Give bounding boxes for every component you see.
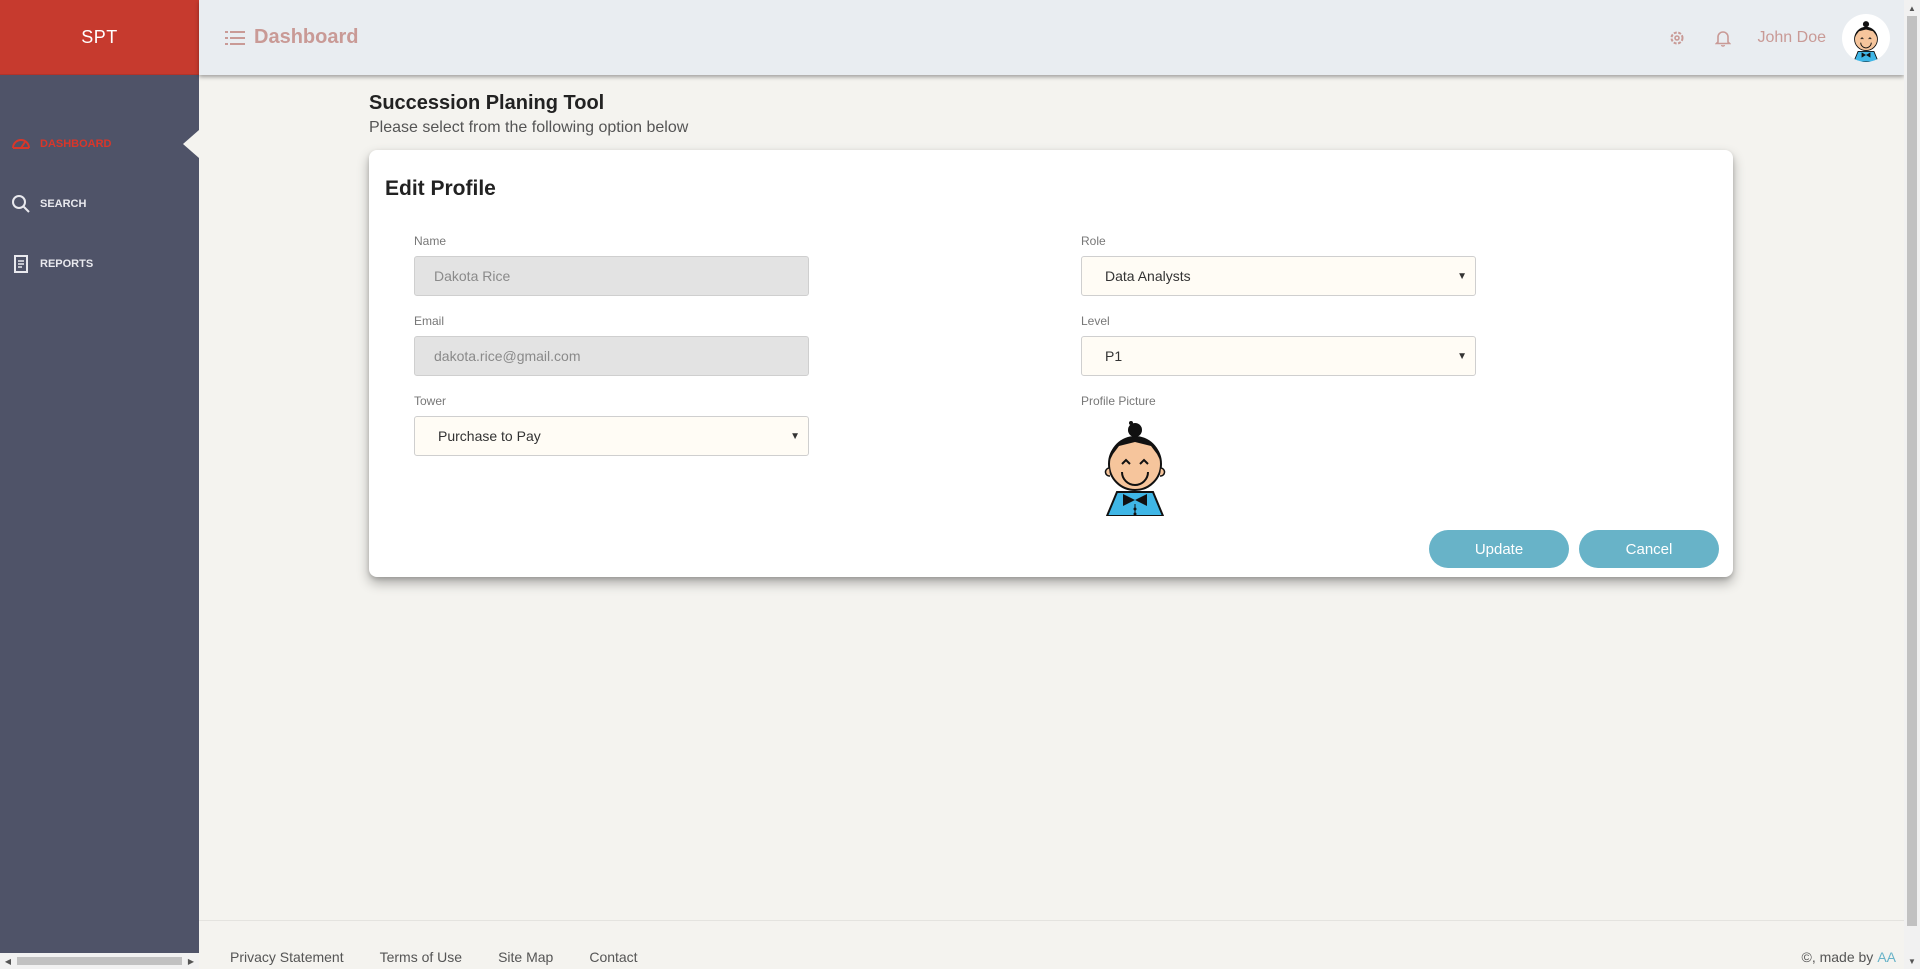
topbar-title: Dashboard — [254, 26, 359, 48]
level-select[interactable]: P1 ▼ — [1081, 336, 1476, 376]
level-label: Level — [1081, 314, 1110, 328]
footer-link-sitemap[interactable]: Site Map — [498, 949, 553, 965]
page-subtitle: Please select from the following option … — [369, 119, 689, 136]
speedometer-icon — [10, 133, 32, 155]
card-title: Edit Profile — [385, 177, 496, 200]
search-icon — [10, 193, 32, 215]
credit-text: ©, made by — [1801, 949, 1874, 965]
page-title: Succession Planing Tool — [369, 92, 605, 114]
caret-down-icon: ▼ — [1457, 271, 1467, 282]
footer: Privacy Statement Terms of Use Site Map … — [199, 920, 1904, 969]
scroll-left-icon[interactable]: ◀ — [0, 953, 16, 969]
receipt-icon — [10, 253, 32, 275]
credit-author-link[interactable]: AA — [1877, 949, 1896, 965]
app-logo[interactable]: SPT — [0, 0, 199, 75]
footer-link-terms[interactable]: Terms of Use — [380, 949, 462, 965]
role-field-group: Role Data Analysts ▼ — [1081, 234, 1476, 296]
role-label: Role — [1081, 234, 1106, 248]
footer-link-contact[interactable]: Contact — [589, 949, 637, 965]
name-input[interactable]: Dakota Rice — [414, 256, 809, 296]
email-label: Email — [414, 314, 445, 328]
vertical-scrollbar[interactable]: ▲ ▼ — [1904, 0, 1920, 969]
level-select-value: P1 — [1105, 348, 1123, 364]
horizontal-scroll-thumb[interactable] — [17, 957, 182, 965]
caret-down-icon: ▼ — [790, 431, 800, 442]
role-select[interactable]: Data Analysts ▼ — [1081, 256, 1476, 296]
email-input[interactable]: dakota.rice@gmail.com — [414, 336, 809, 376]
tower-label: Tower — [414, 394, 447, 408]
profile-picture-group: Profile Picture — [1081, 394, 1175, 517]
gear-icon[interactable] — [1666, 27, 1688, 49]
scroll-up-icon[interactable]: ▲ — [1904, 0, 1920, 16]
edit-profile-card: Edit Profile Name Dakota Rice Email dako… — [369, 150, 1733, 577]
footer-credit: ©, made by AA — [1802, 949, 1896, 965]
sidebar-item-label: Reports — [40, 258, 94, 270]
topbar: Dashboard John Doe — [199, 0, 1904, 75]
sidebar-item-label: Search — [40, 198, 87, 210]
sidebar-item-search[interactable]: Search — [0, 174, 199, 234]
vertical-scroll-thumb[interactable] — [1907, 16, 1917, 926]
sidebar: SPT Dashboard Search Reports — [0, 0, 199, 969]
list-icon[interactable] — [224, 27, 246, 49]
scroll-down-icon[interactable]: ▼ — [1904, 953, 1920, 969]
user-name[interactable]: John Doe — [1758, 29, 1827, 47]
sidebar-nav: Dashboard Search Reports — [0, 114, 199, 294]
update-button[interactable]: Update — [1429, 530, 1569, 568]
caret-down-icon: ▼ — [1457, 351, 1467, 362]
bell-icon[interactable] — [1712, 27, 1734, 49]
email-field-group: Email dakota.rice@gmail.com — [414, 314, 809, 376]
page-header: Succession Planing Tool Please select fr… — [369, 92, 688, 137]
tower-select[interactable]: Purchase to Pay ▼ — [414, 416, 809, 456]
footer-links: Privacy Statement Terms of Use Site Map … — [230, 949, 674, 965]
profile-picture-label: Profile Picture — [1081, 394, 1156, 408]
tower-select-value: Purchase to Pay — [438, 428, 541, 444]
sidebar-item-label: Dashboard — [40, 138, 112, 150]
name-field-group: Name Dakota Rice — [414, 234, 809, 296]
name-label: Name — [414, 234, 447, 248]
tower-field-group: Tower Purchase to Pay ▼ — [414, 394, 809, 456]
sidebar-item-dashboard[interactable]: Dashboard — [0, 114, 199, 174]
scroll-right-icon[interactable]: ▶ — [183, 953, 199, 969]
horizontal-scrollbar[interactable]: ◀ ▶ — [0, 953, 199, 969]
cancel-button[interactable]: Cancel — [1579, 530, 1719, 568]
avatar[interactable] — [1842, 13, 1890, 62]
level-field-group: Level P1 ▼ — [1081, 314, 1476, 376]
sidebar-item-reports[interactable]: Reports — [0, 234, 199, 294]
role-select-value: Data Analysts — [1105, 268, 1191, 284]
footer-link-privacy[interactable]: Privacy Statement — [230, 949, 344, 965]
profile-picture[interactable] — [1095, 416, 1175, 517]
topbar-actions: John Doe — [1666, 13, 1890, 62]
